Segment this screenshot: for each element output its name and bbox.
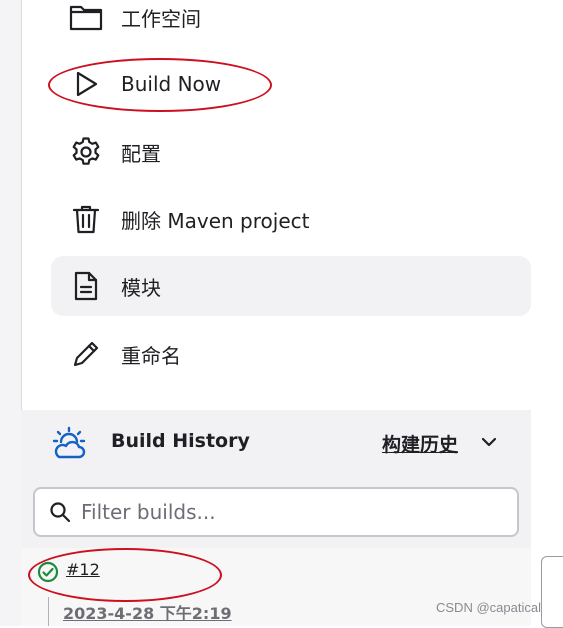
build-tree-line [48, 597, 49, 626]
build-number-link[interactable]: #12 [66, 560, 100, 579]
build-date-link[interactable]: 2023-4-28 下午2:19 [63, 600, 232, 624]
menu-item-configure[interactable]: 配置 [51, 122, 531, 182]
build-history-header: Build History 构建历史 [21, 410, 531, 474]
menu-item-build-now[interactable]: Build Now [51, 54, 531, 114]
search-icon [49, 501, 71, 523]
filter-builds-input[interactable] [79, 499, 503, 525]
menu-item-label: 工作空间 [121, 6, 201, 31]
menu-item-label: 重命名 [121, 343, 181, 368]
build-history-panel: Build History 构建历史 #12 2023-4-28 下午2:19 [21, 410, 531, 626]
play-icon [69, 67, 103, 101]
gear-icon [69, 135, 103, 169]
document-icon [69, 269, 103, 303]
success-check-icon [37, 561, 59, 587]
menu-item-modules[interactable]: 模块 [51, 256, 531, 316]
side-scroll-widget[interactable] [541, 556, 563, 628]
filter-builds-field[interactable] [33, 487, 519, 537]
build-history-link[interactable]: 构建历史 [382, 430, 458, 457]
trash-icon [69, 202, 103, 236]
menu-item-rename[interactable]: 重命名 [51, 324, 531, 384]
chevron-down-icon[interactable] [479, 432, 499, 452]
menu-item-workspace[interactable]: 工作空间 [51, 0, 531, 47]
menu-item-label: Build Now [121, 72, 222, 96]
menu-item-label: 删除 Maven project [121, 208, 310, 233]
left-panel-edge [0, 0, 22, 626]
menu-item-label: 配置 [121, 141, 161, 166]
build-history-title: Build History [111, 430, 250, 452]
weather-icon [51, 426, 87, 464]
pencil-icon [69, 337, 103, 371]
folder-icon [69, 0, 103, 34]
menu-item-delete-project[interactable]: 删除 Maven project [51, 189, 531, 249]
watermark: CSDN @capatical [436, 600, 541, 615]
menu-item-label: 模块 [121, 275, 161, 300]
